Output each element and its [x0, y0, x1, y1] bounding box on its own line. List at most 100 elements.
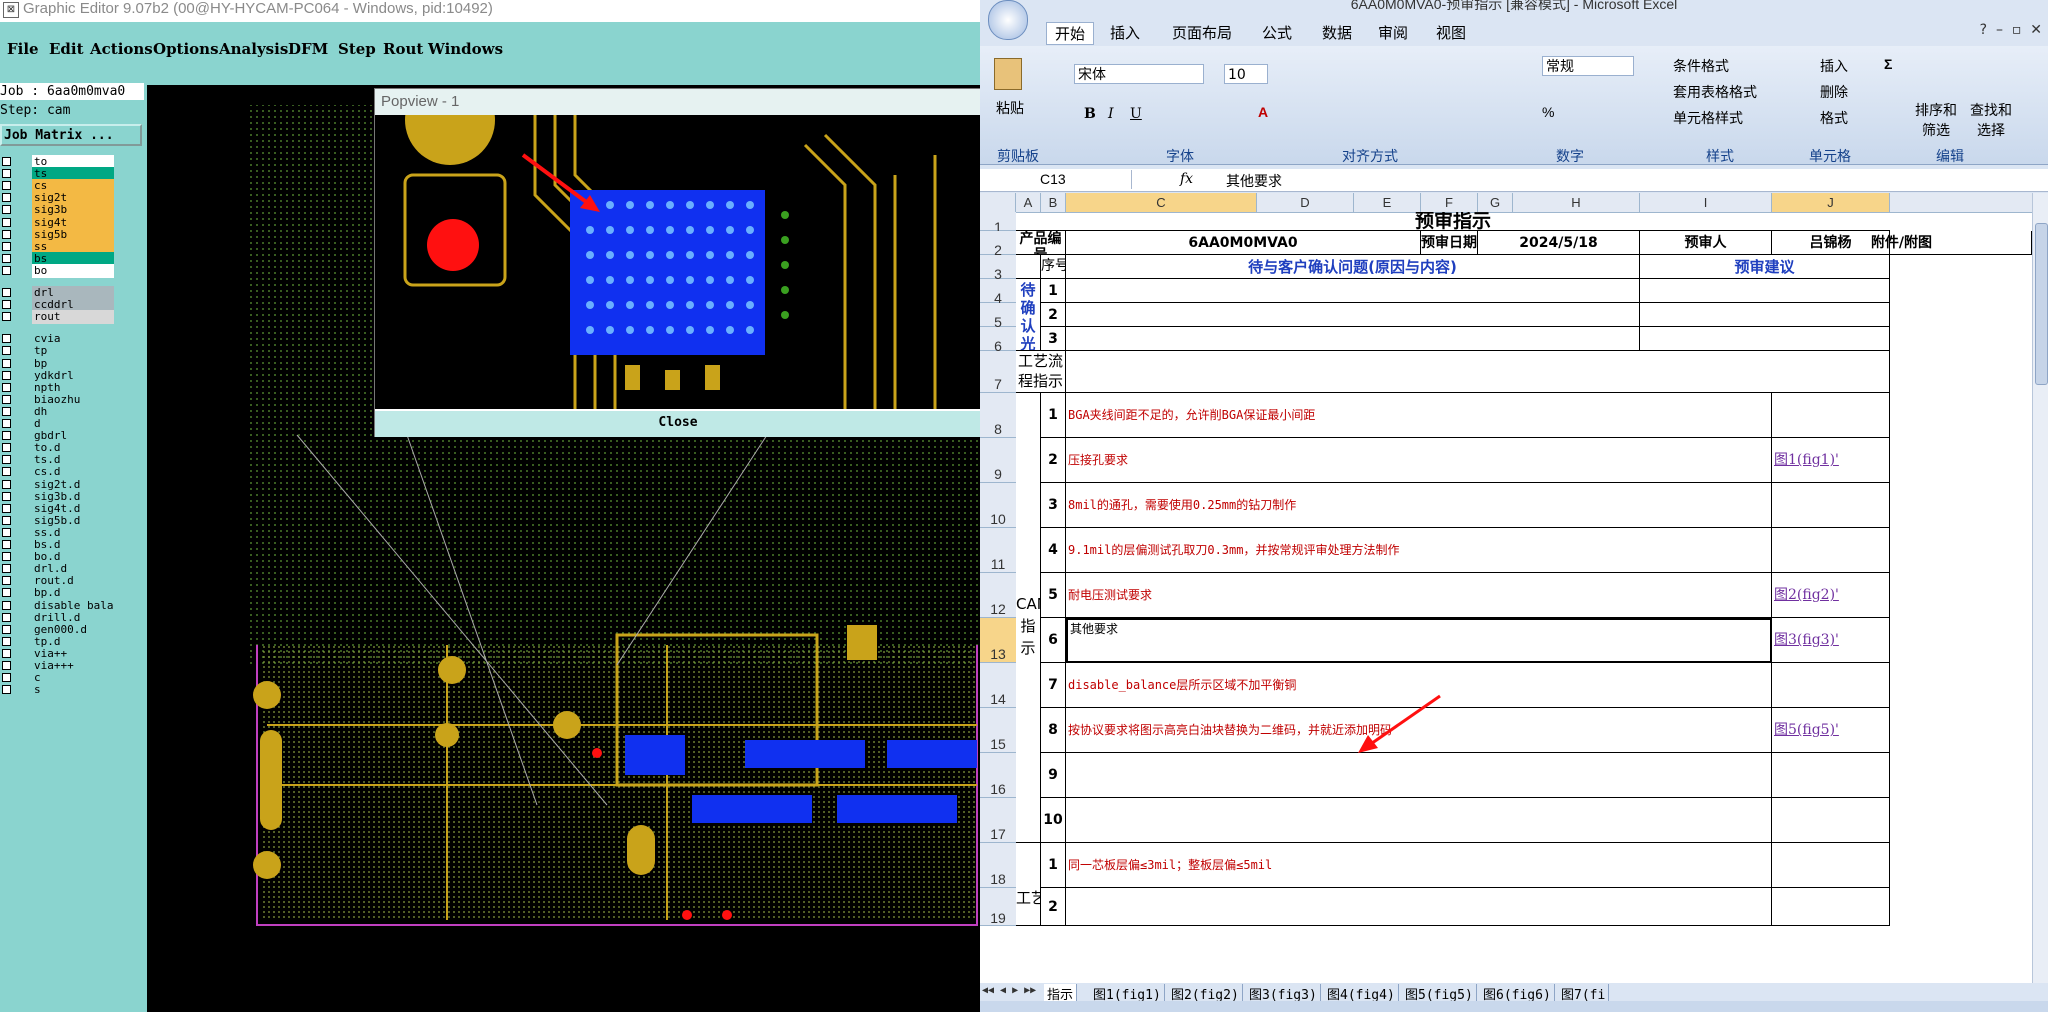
layer-row[interactable]: bo — [0, 263, 118, 279]
tab-view[interactable]: 视图 — [1436, 22, 1466, 43]
tab-home[interactable]: 开始 — [1046, 22, 1095, 45]
fx-icon[interactable]: fx — [1180, 171, 1193, 187]
menu-analysis[interactable]: Analysis — [219, 40, 288, 58]
layer-row[interactable]: s — [0, 683, 118, 698]
layer-checkbox[interactable] — [2, 636, 11, 646]
paste-icon[interactable] — [994, 58, 1022, 90]
menu-rout[interactable]: Rout — [383, 40, 423, 58]
layer-checkbox[interactable] — [2, 612, 11, 622]
layer-checkbox[interactable] — [2, 576, 11, 586]
layer-checkbox[interactable] — [2, 600, 11, 610]
bold-button[interactable]: B — [1084, 106, 1096, 122]
layer-checkbox[interactable] — [2, 431, 11, 441]
popview-close-button[interactable]: Close — [375, 409, 981, 437]
tab-review[interactable]: 审阅 — [1378, 22, 1408, 43]
layer-checkbox[interactable] — [2, 346, 11, 356]
job-matrix-button[interactable]: Job Matrix ... — [0, 124, 142, 146]
name-box[interactable]: C13 — [982, 170, 1132, 189]
menu-dfm[interactable]: DFM — [288, 40, 328, 58]
underline-button[interactable]: U — [1130, 106, 1142, 122]
cell-style-button[interactable]: 单元格样式 — [1673, 108, 1743, 128]
layer-checkbox[interactable] — [2, 370, 11, 380]
layer-checkbox[interactable] — [2, 394, 11, 404]
sheet-nav-arrows[interactable]: ◀◀ ◀ ▶ ▶▶ — [982, 985, 1036, 996]
vertical-scrollbar[interactable] — [2032, 193, 2048, 983]
minimize-icon[interactable]: – — [1996, 22, 2003, 38]
help-icon[interactable]: ? — [1980, 22, 1987, 38]
layer-checkbox[interactable] — [2, 443, 11, 453]
sort-filter-button[interactable]: 排序和 筛选 — [1915, 100, 1957, 140]
layer-checkbox[interactable] — [2, 406, 11, 416]
layer-checkbox[interactable] — [2, 467, 11, 477]
layer-checkbox[interactable] — [2, 540, 11, 549]
layer-checkbox[interactable] — [2, 205, 11, 215]
font-color-button[interactable]: A — [1258, 104, 1268, 120]
close-icon[interactable]: ✕ — [2030, 22, 2042, 38]
layer-checkbox[interactable] — [2, 624, 11, 634]
layer-checkbox[interactable] — [2, 648, 11, 658]
cam-menubar: File Edit Actions Options Analysis DFM S… — [0, 36, 980, 64]
layer-checkbox[interactable] — [2, 300, 11, 310]
menu-actions[interactable]: Actions — [90, 40, 153, 58]
layer-name[interactable]: rout — [32, 310, 114, 325]
layer-checkbox[interactable] — [2, 527, 11, 537]
layer-checkbox[interactable] — [2, 685, 11, 695]
worksheet-grid[interactable]: ABCDEFGHIJ 1 2 3 4 5 6 7 8 9 10 11 12 13 14 15 16 17 18 19… — [980, 193, 2032, 983]
autosum-icon[interactable]: Σ — [1884, 56, 1892, 72]
formula-input[interactable]: 其他要求 — [1226, 171, 1282, 191]
menu-options[interactable]: Options — [153, 40, 219, 58]
layer-row[interactable]: rout — [0, 310, 118, 325]
layer-checkbox[interactable] — [2, 288, 11, 297]
layer-checkbox[interactable] — [2, 358, 11, 368]
font-name-box[interactable]: 宋体 — [1074, 64, 1204, 84]
tab-layout[interactable]: 页面布局 — [1172, 22, 1232, 43]
layer-checkbox[interactable] — [2, 673, 11, 683]
layer-checkbox[interactable] — [2, 515, 11, 525]
layer-checkbox[interactable] — [2, 661, 11, 670]
layer-checkbox[interactable] — [2, 479, 11, 489]
layer-checkbox[interactable] — [2, 491, 11, 501]
layer-checkbox[interactable] — [2, 503, 11, 513]
number-format-box[interactable]: 常规 — [1542, 56, 1634, 76]
layer-checkbox[interactable] — [2, 588, 11, 598]
layer-name[interactable]: s — [32, 683, 114, 698]
layer-checkbox[interactable] — [2, 564, 11, 574]
layer-checkbox[interactable] — [2, 419, 11, 428]
menu-file[interactable]: File — [7, 40, 39, 58]
percent-button[interactable]: % — [1542, 104, 1554, 120]
scroll-thumb[interactable] — [2035, 223, 2048, 385]
insert-cells-button[interactable]: 插入 — [1820, 56, 1848, 76]
menu-windows[interactable]: Windows — [428, 40, 503, 58]
status-bar — [980, 1001, 2048, 1012]
delete-cells-button[interactable]: 删除 — [1820, 82, 1848, 102]
menu-step[interactable]: Step — [338, 40, 376, 58]
tab-insert[interactable]: 插入 — [1110, 22, 1140, 43]
italic-button[interactable]: I — [1108, 106, 1114, 122]
layer-checkbox[interactable] — [2, 193, 11, 203]
tab-formula[interactable]: 公式 — [1262, 22, 1292, 43]
layer-checkbox[interactable] — [2, 455, 11, 465]
restore-icon[interactable]: ▫ — [2012, 22, 2022, 38]
layer-checkbox[interactable] — [2, 334, 11, 344]
layer-checkbox[interactable] — [2, 241, 11, 251]
format-cells-button[interactable]: 格式 — [1820, 108, 1848, 128]
find-select-button[interactable]: 查找和 选择 — [1970, 100, 2012, 140]
layer-checkbox[interactable] — [2, 169, 11, 179]
layer-checkbox[interactable] — [2, 552, 11, 562]
office-button[interactable] — [988, 0, 1028, 40]
layer-checkbox[interactable] — [2, 382, 11, 392]
layer-checkbox[interactable] — [2, 157, 11, 166]
conditional-format-button[interactable]: 条件格式 — [1673, 56, 1729, 76]
menu-edit[interactable]: Edit — [49, 40, 84, 58]
layer-checkbox[interactable] — [2, 217, 11, 227]
layer-name[interactable]: bo — [32, 263, 114, 278]
paste-button[interactable]: 粘贴 — [996, 98, 1024, 118]
layer-checkbox[interactable] — [2, 265, 11, 275]
layer-checkbox[interactable] — [2, 253, 11, 263]
table-format-button[interactable]: 套用表格格式 — [1673, 82, 1757, 102]
layer-checkbox[interactable] — [2, 229, 11, 239]
font-size-box[interactable]: 10 — [1224, 64, 1268, 84]
layer-checkbox[interactable] — [2, 181, 11, 191]
tab-data[interactable]: 数据 — [1322, 22, 1352, 43]
layer-checkbox[interactable] — [2, 312, 11, 322]
